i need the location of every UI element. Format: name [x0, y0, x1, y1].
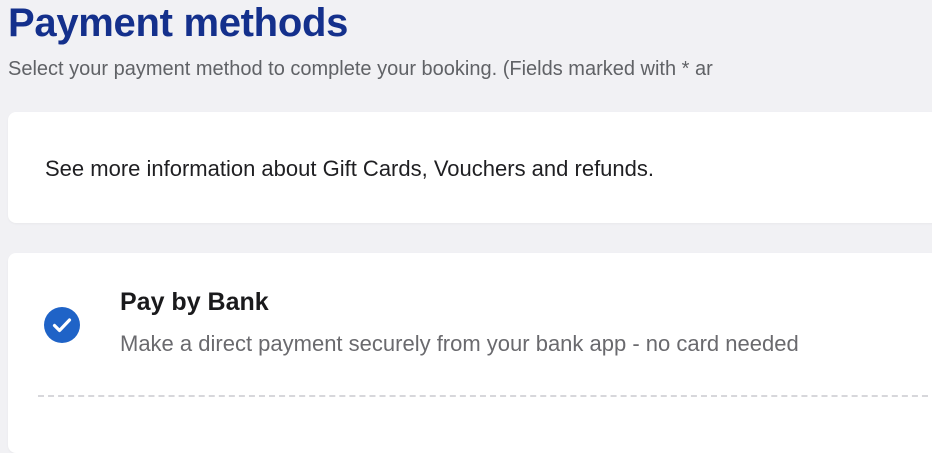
check-circle-icon — [44, 307, 80, 343]
page-subtitle: Select your payment method to complete y… — [8, 58, 713, 80]
payment-option-description: Make a direct payment securely from your… — [120, 331, 799, 356]
page-title: Payment methods — [8, 1, 349, 45]
payment-methods-card: Pay by Bank Make a direct payment secure… — [8, 253, 932, 453]
info-card: See more information about Gift Cards, V… — [8, 112, 932, 223]
gift-cards-info-link[interactable]: See more information about Gift Cards, V… — [45, 156, 654, 182]
payment-option-title: Pay by Bank — [120, 288, 269, 316]
payment-option-pay-by-bank[interactable]: Pay by Bank Make a direct payment secure… — [8, 253, 932, 393]
dashed-divider — [38, 395, 932, 397]
